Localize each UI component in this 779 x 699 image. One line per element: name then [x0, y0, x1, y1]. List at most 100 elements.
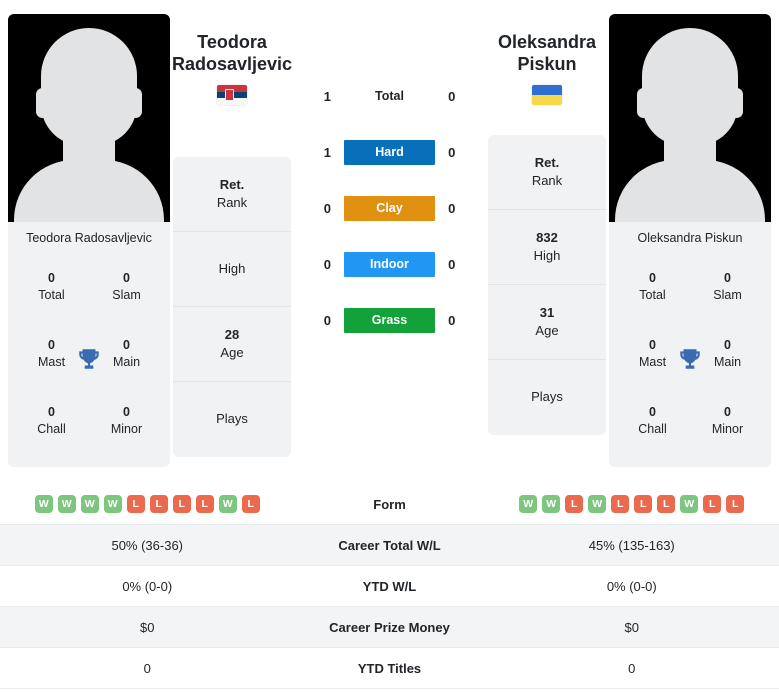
trophy-icon	[680, 349, 700, 369]
left-high-label: High	[218, 260, 246, 276]
left-age-row: 28 Age	[173, 307, 291, 382]
left-titles-slam-label: Slam	[112, 287, 141, 302]
left-player-info-column: TeodoraRadosavljevic Ret. Rank High 28	[170, 10, 294, 478]
avatar-ear-right	[730, 88, 743, 118]
row-label-ytd-titles: YTD Titles	[357, 660, 422, 676]
right-high-label: High	[533, 247, 561, 263]
right-age-label: Age	[535, 322, 559, 338]
surface-clay-label[interactable]: Clay	[344, 195, 435, 221]
form-badge-w: W	[218, 495, 237, 513]
form-badge-w: W	[80, 495, 99, 513]
left-titles-slam-value: 0	[123, 270, 130, 285]
right-rank-value: Ret.	[534, 154, 560, 170]
right-age-row: 31 Age	[488, 285, 606, 360]
surface-hard-label[interactable]: Hard	[344, 139, 435, 165]
right-titles-slam: 0 Slam	[690, 253, 765, 320]
serbia-flag-icon	[217, 84, 247, 105]
table-row-career-prize-money: $0 Career Prize Money $0	[0, 607, 779, 648]
surface-row-clay: 0 Clay 0	[315, 180, 465, 236]
surface-row-indoor: 0 Indoor 0	[315, 236, 465, 292]
surface-clay-right-count: 0	[448, 200, 456, 216]
surface-indoor-label[interactable]: Indoor	[344, 251, 435, 277]
left-rank-value: Ret.	[219, 176, 245, 192]
avatar-ear-right	[129, 88, 142, 118]
right-titles-chall: 0 Chall	[615, 388, 690, 455]
left-titles-minor-value: 0	[123, 405, 130, 420]
form-badge-l: L	[611, 495, 630, 513]
left-player-first-name: Teodora	[197, 32, 267, 52]
left-player-photo-caption: Teodora Radosavljevic	[26, 231, 152, 245]
left-career-total-wl: 50% (36-36)	[111, 537, 184, 553]
right-plays-label: Plays	[531, 389, 563, 405]
surface-grass-label[interactable]: Grass	[344, 307, 435, 333]
form-badge-w: W	[57, 495, 76, 513]
left-player-photo-card[interactable]: Teodora Radosavljevic 0 Total 0 Slam 0 M…	[8, 14, 170, 467]
left-titles-chall: 0 Chall	[14, 388, 89, 455]
right-titles-minor-value: 0	[724, 405, 731, 420]
right-titles-minor: 0 Minor	[690, 388, 765, 455]
left-titles-mast-value: 0	[48, 338, 55, 353]
left-ytd-titles: 0	[143, 660, 151, 676]
right-player-photo-caption: Oleksandra Piskun	[637, 231, 743, 245]
form-badge-w: W	[680, 495, 699, 513]
row-label-career-total-wl: Career Total W/L	[338, 537, 441, 553]
avatar-silhouette-icon	[41, 28, 137, 146]
left-player-name[interactable]: Teodora Radosavljevic	[172, 32, 292, 76]
surface-clay-left-count: 0	[323, 200, 331, 216]
right-titles-mast-label: Mast	[638, 354, 667, 369]
avatar-silhouette-icon	[642, 28, 738, 146]
form-badge-l: L	[565, 495, 584, 513]
right-player-titles-grid: 0 Total 0 Slam 0 Mast 0 Main 0 Chall 0 M…	[609, 251, 771, 467]
surface-grass-right-count: 0	[448, 312, 456, 328]
left-titles-total: 0 Total	[14, 253, 89, 320]
right-titles-main-label: Main	[713, 354, 742, 369]
right-career-total-wl: 45% (135-163)	[588, 537, 675, 553]
form-badge-w: W	[34, 495, 53, 513]
table-row-ytd-wl: 0% (0-0) YTD W/L 0% (0-0)	[0, 566, 779, 607]
left-high-row: High	[173, 232, 291, 307]
left-titles-total-label: Total	[38, 287, 65, 302]
surface-hard-right-count: 0	[448, 144, 456, 160]
left-titles-main-value: 0	[123, 338, 130, 353]
surface-row-grass: 0 Grass 0	[315, 292, 465, 348]
right-player-name[interactable]: Oleksandra Piskun	[498, 32, 596, 76]
left-form-cell: WWWWLLLLWL	[0, 495, 295, 513]
left-age-label: Age	[220, 344, 244, 360]
row-label-ytd-wl: YTD W/L	[362, 578, 417, 594]
right-titles-main-value: 0	[724, 338, 731, 353]
right-form-cell: WWLWLLLWLL	[485, 495, 779, 513]
right-player-first-name: Oleksandra	[497, 32, 597, 52]
right-high-row: 832 High	[488, 210, 606, 285]
left-titles-total-value: 0	[48, 270, 55, 285]
left-player-photo	[8, 14, 170, 222]
table-row-ytd-titles: 0 YTD Titles 0	[0, 648, 779, 689]
right-player-rank-card: Ret. Rank 832 High 31 Age Plays	[488, 134, 606, 435]
right-form-strip: WWLWLLLWLL	[519, 495, 745, 513]
left-titles-mast-label: Mast	[37, 354, 66, 369]
form-badge-w: W	[103, 495, 122, 513]
left-career-prize-money: $0	[140, 619, 155, 635]
left-plays-label: Plays	[216, 411, 248, 427]
left-titles-main-label: Main	[112, 354, 141, 369]
right-career-prize-money: $0	[624, 619, 639, 635]
right-rank-row: Ret. Rank	[488, 135, 606, 210]
row-label-form: Form	[373, 496, 406, 512]
left-titles-chall-value: 0	[48, 405, 55, 420]
right-ytd-titles: 0	[628, 660, 636, 676]
left-titles-minor-label: Minor	[110, 422, 143, 437]
left-rank-label: Rank	[216, 194, 248, 210]
surface-total-left-count: 1	[323, 88, 331, 104]
form-badge-l: L	[149, 495, 168, 513]
left-player-rank-card: Ret. Rank High 28 Age Plays	[173, 156, 291, 457]
right-plays-row: Plays	[488, 360, 606, 435]
right-player-photo-card[interactable]: Oleksandra Piskun 0 Total 0 Slam 0 Mast …	[609, 14, 771, 467]
row-label-career-prize-money: Career Prize Money	[329, 619, 450, 635]
form-badge-l: L	[634, 495, 653, 513]
right-titles-total-value: 0	[649, 270, 656, 285]
left-age-value: 28	[224, 326, 240, 342]
surface-row-hard: 1 Hard 0	[315, 124, 465, 180]
left-titles-slam: 0 Slam	[89, 253, 164, 320]
avatar-body	[14, 160, 164, 222]
left-plays-row: Plays	[173, 382, 291, 457]
flag-coat-of-arms	[225, 88, 234, 101]
